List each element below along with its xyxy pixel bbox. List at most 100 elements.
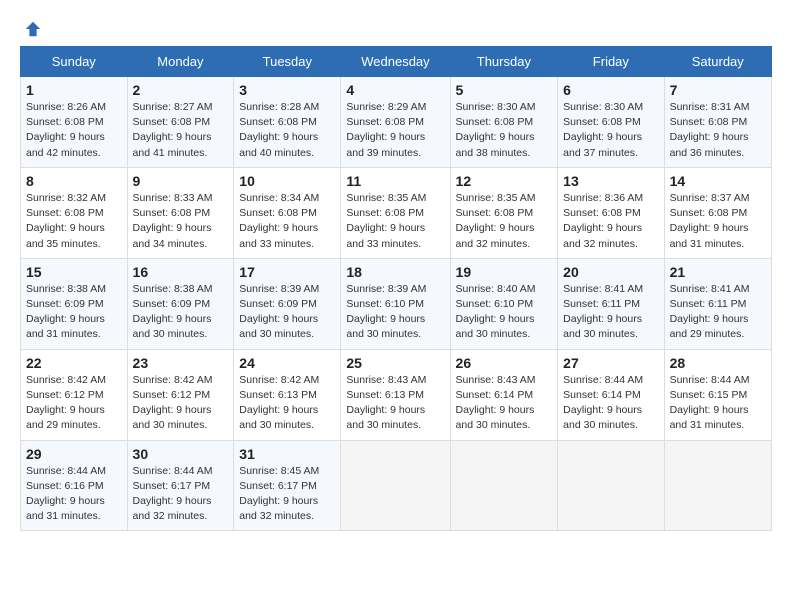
day-number: 19 — [456, 264, 553, 280]
day-number: 8 — [26, 173, 122, 189]
calendar-week-4: 22 Sunrise: 8:42 AMSunset: 6:12 PMDayligh… — [21, 349, 772, 440]
day-number: 17 — [239, 264, 335, 280]
calendar-cell: 29 Sunrise: 8:44 AMSunset: 6:16 PMDayligh… — [21, 440, 128, 531]
day-info: Sunrise: 8:28 AMSunset: 6:08 PMDaylight:… — [239, 101, 319, 159]
day-number: 22 — [26, 355, 122, 371]
day-info: Sunrise: 8:41 AMSunset: 6:11 PMDaylight:… — [563, 283, 643, 341]
day-info: Sunrise: 8:33 AMSunset: 6:08 PMDaylight:… — [133, 192, 213, 250]
logo-icon — [24, 20, 42, 38]
day-info: Sunrise: 8:42 AMSunset: 6:12 PMDaylight:… — [26, 374, 106, 432]
calendar-cell: 17 Sunrise: 8:39 AMSunset: 6:09 PMDayligh… — [234, 258, 341, 349]
day-number: 20 — [563, 264, 658, 280]
calendar-cell: 26 Sunrise: 8:43 AMSunset: 6:14 PMDayligh… — [450, 349, 558, 440]
day-number: 29 — [26, 446, 122, 462]
calendar-cell: 5Sunrise: 8:30 AMSunset: 6:08 PMDaylight… — [450, 77, 558, 168]
calendar-header-row: SundayMondayTuesdayWednesdayThursdayFrid… — [21, 47, 772, 77]
day-number: 2 — [133, 82, 229, 98]
calendar-cell: 15Sunrise: 8:38 AMSunset: 6:09 PMDayligh… — [21, 258, 128, 349]
calendar-cell — [341, 440, 450, 531]
calendar-cell: 27Sunrise: 8:44 AMSunset: 6:14 PMDayligh… — [558, 349, 664, 440]
header-friday: Friday — [558, 47, 664, 77]
calendar-cell: 1 Sunrise: 8:26 AMSunset: 6:08 PMDaylight… — [21, 77, 128, 168]
day-info: Sunrise: 8:29 AMSunset: 6:08 PMDaylight:… — [346, 101, 426, 159]
header-saturday: Saturday — [664, 47, 771, 77]
calendar-week-2: 8 Sunrise: 8:32 AMSunset: 6:08 PMDaylight… — [21, 167, 772, 258]
calendar-cell — [664, 440, 771, 531]
calendar-cell: 9 Sunrise: 8:33 AMSunset: 6:08 PMDaylight… — [127, 167, 234, 258]
calendar-cell — [450, 440, 558, 531]
day-info: Sunrise: 8:43 AMSunset: 6:14 PMDaylight:… — [456, 374, 536, 432]
calendar-cell: 16Sunrise: 8:38 AMSunset: 6:09 PMDayligh… — [127, 258, 234, 349]
day-info: Sunrise: 8:41 AMSunset: 6:11 PMDaylight:… — [670, 283, 750, 341]
day-info: Sunrise: 8:26 AMSunset: 6:08 PMDaylight:… — [26, 101, 106, 159]
day-number: 16 — [133, 264, 229, 280]
day-info: Sunrise: 8:31 AMSunset: 6:08 PMDaylight:… — [670, 101, 750, 159]
day-info: Sunrise: 8:42 AMSunset: 6:12 PMDaylight:… — [133, 374, 213, 432]
calendar-cell: 18 Sunrise: 8:39 AMSunset: 6:10 PMDayligh… — [341, 258, 450, 349]
calendar-cell: 6Sunrise: 8:30 AMSunset: 6:08 PMDaylight… — [558, 77, 664, 168]
calendar-cell: 20 Sunrise: 8:41 AMSunset: 6:11 PMDayligh… — [558, 258, 664, 349]
header-tuesday: Tuesday — [234, 47, 341, 77]
day-info: Sunrise: 8:36 AMSunset: 6:08 PMDaylight:… — [563, 192, 643, 250]
day-number: 31 — [239, 446, 335, 462]
calendar-body: 1 Sunrise: 8:26 AMSunset: 6:08 PMDaylight… — [21, 77, 772, 531]
calendar-cell: 28 Sunrise: 8:44 AMSunset: 6:15 PMDayligh… — [664, 349, 771, 440]
day-number: 26 — [456, 355, 553, 371]
day-info: Sunrise: 8:32 AMSunset: 6:08 PMDaylight:… — [26, 192, 106, 250]
day-info: Sunrise: 8:45 AMSunset: 6:17 PMDaylight:… — [239, 465, 319, 523]
day-number: 12 — [456, 173, 553, 189]
day-number: 1 — [26, 82, 122, 98]
day-number: 25 — [346, 355, 444, 371]
calendar-cell: 4Sunrise: 8:29 AMSunset: 6:08 PMDaylight… — [341, 77, 450, 168]
page-header — [20, 16, 772, 38]
calendar-cell: 21 Sunrise: 8:41 AMSunset: 6:11 PMDayligh… — [664, 258, 771, 349]
calendar-week-1: 1 Sunrise: 8:26 AMSunset: 6:08 PMDaylight… — [21, 77, 772, 168]
header-thursday: Thursday — [450, 47, 558, 77]
calendar-cell: 2 Sunrise: 8:27 AMSunset: 6:08 PMDaylight… — [127, 77, 234, 168]
calendar-cell: 14Sunrise: 8:37 AMSunset: 6:08 PMDayligh… — [664, 167, 771, 258]
calendar-cell: 11 Sunrise: 8:35 AMSunset: 6:08 PMDayligh… — [341, 167, 450, 258]
day-number: 10 — [239, 173, 335, 189]
day-info: Sunrise: 8:42 AMSunset: 6:13 PMDaylight:… — [239, 374, 319, 432]
day-info: Sunrise: 8:44 AMSunset: 6:14 PMDaylight:… — [563, 374, 643, 432]
day-info: Sunrise: 8:44 AMSunset: 6:17 PMDaylight:… — [133, 465, 213, 523]
calendar-cell: 23 Sunrise: 8:42 AMSunset: 6:12 PMDayligh… — [127, 349, 234, 440]
day-info: Sunrise: 8:27 AMSunset: 6:08 PMDaylight:… — [133, 101, 213, 159]
calendar-cell: 24 Sunrise: 8:42 AMSunset: 6:13 PMDayligh… — [234, 349, 341, 440]
calendar-cell: 30 Sunrise: 8:44 AMSunset: 6:17 PMDayligh… — [127, 440, 234, 531]
header-wednesday: Wednesday — [341, 47, 450, 77]
day-info: Sunrise: 8:35 AMSunset: 6:08 PMDaylight:… — [456, 192, 536, 250]
day-number: 21 — [670, 264, 766, 280]
day-info: Sunrise: 8:30 AMSunset: 6:08 PMDaylight:… — [563, 101, 643, 159]
day-number: 3 — [239, 82, 335, 98]
calendar-week-3: 15Sunrise: 8:38 AMSunset: 6:09 PMDayligh… — [21, 258, 772, 349]
day-info: Sunrise: 8:35 AMSunset: 6:08 PMDaylight:… — [346, 192, 426, 250]
day-info: Sunrise: 8:39 AMSunset: 6:09 PMDaylight:… — [239, 283, 319, 341]
calendar-cell: 19Sunrise: 8:40 AMSunset: 6:10 PMDayligh… — [450, 258, 558, 349]
day-number: 30 — [133, 446, 229, 462]
calendar-cell: 3 Sunrise: 8:28 AMSunset: 6:08 PMDaylight… — [234, 77, 341, 168]
calendar-cell: 10Sunrise: 8:34 AMSunset: 6:08 PMDayligh… — [234, 167, 341, 258]
day-number: 28 — [670, 355, 766, 371]
day-info: Sunrise: 8:30 AMSunset: 6:08 PMDaylight:… — [456, 101, 536, 159]
header-monday: Monday — [127, 47, 234, 77]
day-info: Sunrise: 8:44 AMSunset: 6:15 PMDaylight:… — [670, 374, 750, 432]
day-info: Sunrise: 8:44 AMSunset: 6:16 PMDaylight:… — [26, 465, 106, 523]
day-number: 11 — [346, 173, 444, 189]
day-number: 13 — [563, 173, 658, 189]
calendar-cell: 22 Sunrise: 8:42 AMSunset: 6:12 PMDayligh… — [21, 349, 128, 440]
day-number: 14 — [670, 173, 766, 189]
day-info: Sunrise: 8:38 AMSunset: 6:09 PMDaylight:… — [26, 283, 106, 341]
day-number: 7 — [670, 82, 766, 98]
calendar-cell: 8 Sunrise: 8:32 AMSunset: 6:08 PMDaylight… — [21, 167, 128, 258]
day-number: 24 — [239, 355, 335, 371]
calendar-cell — [558, 440, 664, 531]
day-number: 23 — [133, 355, 229, 371]
calendar-week-5: 29 Sunrise: 8:44 AMSunset: 6:16 PMDayligh… — [21, 440, 772, 531]
day-info: Sunrise: 8:39 AMSunset: 6:10 PMDaylight:… — [346, 283, 426, 341]
calendar-cell: 13 Sunrise: 8:36 AMSunset: 6:08 PMDayligh… — [558, 167, 664, 258]
day-number: 9 — [133, 173, 229, 189]
logo — [20, 20, 46, 38]
day-number: 18 — [346, 264, 444, 280]
header-sunday: Sunday — [21, 47, 128, 77]
